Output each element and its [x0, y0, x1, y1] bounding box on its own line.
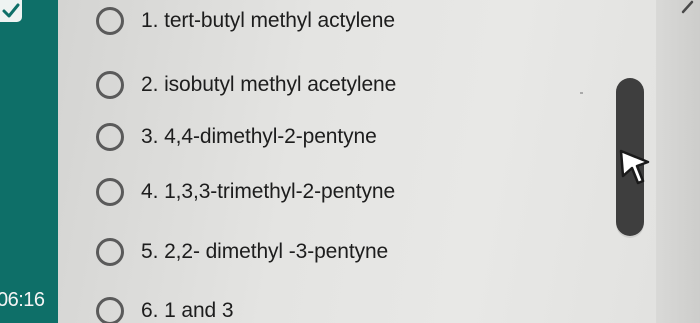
- mouse-cursor-icon: [619, 149, 650, 185]
- option-number: 4.: [141, 180, 159, 203]
- option-text: 1 and 3: [164, 299, 234, 322]
- option-label: 5. 2,2- dimethyl -3-pentyne: [141, 240, 388, 264]
- question-panel: [58, 0, 656, 323]
- radio-unselected-icon[interactable]: [96, 178, 124, 206]
- answer-option-5[interactable]: 5. 2,2- dimethyl -3-pentyne: [96, 237, 388, 267]
- radio-unselected-icon[interactable]: [96, 71, 124, 99]
- radio-unselected-icon[interactable]: [96, 238, 124, 266]
- answer-option-6[interactable]: 6. 1 and 3: [96, 296, 234, 323]
- option-number: 3.: [141, 125, 159, 148]
- option-label: 3. 4,4-dimethyl-2-pentyne: [141, 125, 377, 149]
- answer-option-4[interactable]: 4. 1,3,3-trimethyl-2-pentyne: [96, 177, 395, 207]
- screen-speck: [580, 92, 583, 94]
- option-text: 4,4-dimethyl-2-pentyne: [164, 125, 377, 148]
- answer-option-3[interactable]: 3. 4,4-dimethyl-2-pentyne: [96, 122, 377, 152]
- right-edge: [656, 0, 700, 323]
- option-label: 1. tert-butyl methyl actylene: [141, 9, 395, 33]
- option-text: 2,2- dimethyl -3-pentyne: [164, 240, 389, 263]
- option-label: 4. 1,3,3-trimethyl-2-pentyne: [141, 180, 395, 204]
- check-icon: [0, 0, 22, 22]
- option-number: 6.: [141, 299, 159, 322]
- radio-unselected-icon[interactable]: [96, 7, 124, 35]
- answer-option-1[interactable]: 1. tert-butyl methyl actylene: [96, 6, 395, 36]
- option-number: 1.: [141, 9, 159, 32]
- radio-unselected-icon[interactable]: [96, 123, 124, 151]
- option-number: 2.: [141, 73, 159, 96]
- quiz-screen: 06:16 1. tert-butyl methyl actylene 2. i…: [0, 0, 700, 323]
- option-text: 1,3,3-trimethyl-2-pentyne: [164, 180, 396, 203]
- left-sidebar: 06:16: [0, 0, 58, 323]
- option-text: isobutyl methyl acetylene: [164, 73, 397, 96]
- chevron-icon: [681, 0, 694, 14]
- countdown-timer: 06:16: [0, 290, 45, 310]
- option-number: 5.: [141, 240, 159, 263]
- option-label: 6. 1 and 3: [141, 299, 234, 323]
- option-text: tert-butyl methyl actylene: [164, 9, 395, 32]
- option-label: 2. isobutyl methyl acetylene: [141, 73, 396, 97]
- radio-unselected-icon[interactable]: [96, 297, 124, 323]
- answer-option-2[interactable]: 2. isobutyl methyl acetylene: [96, 70, 396, 100]
